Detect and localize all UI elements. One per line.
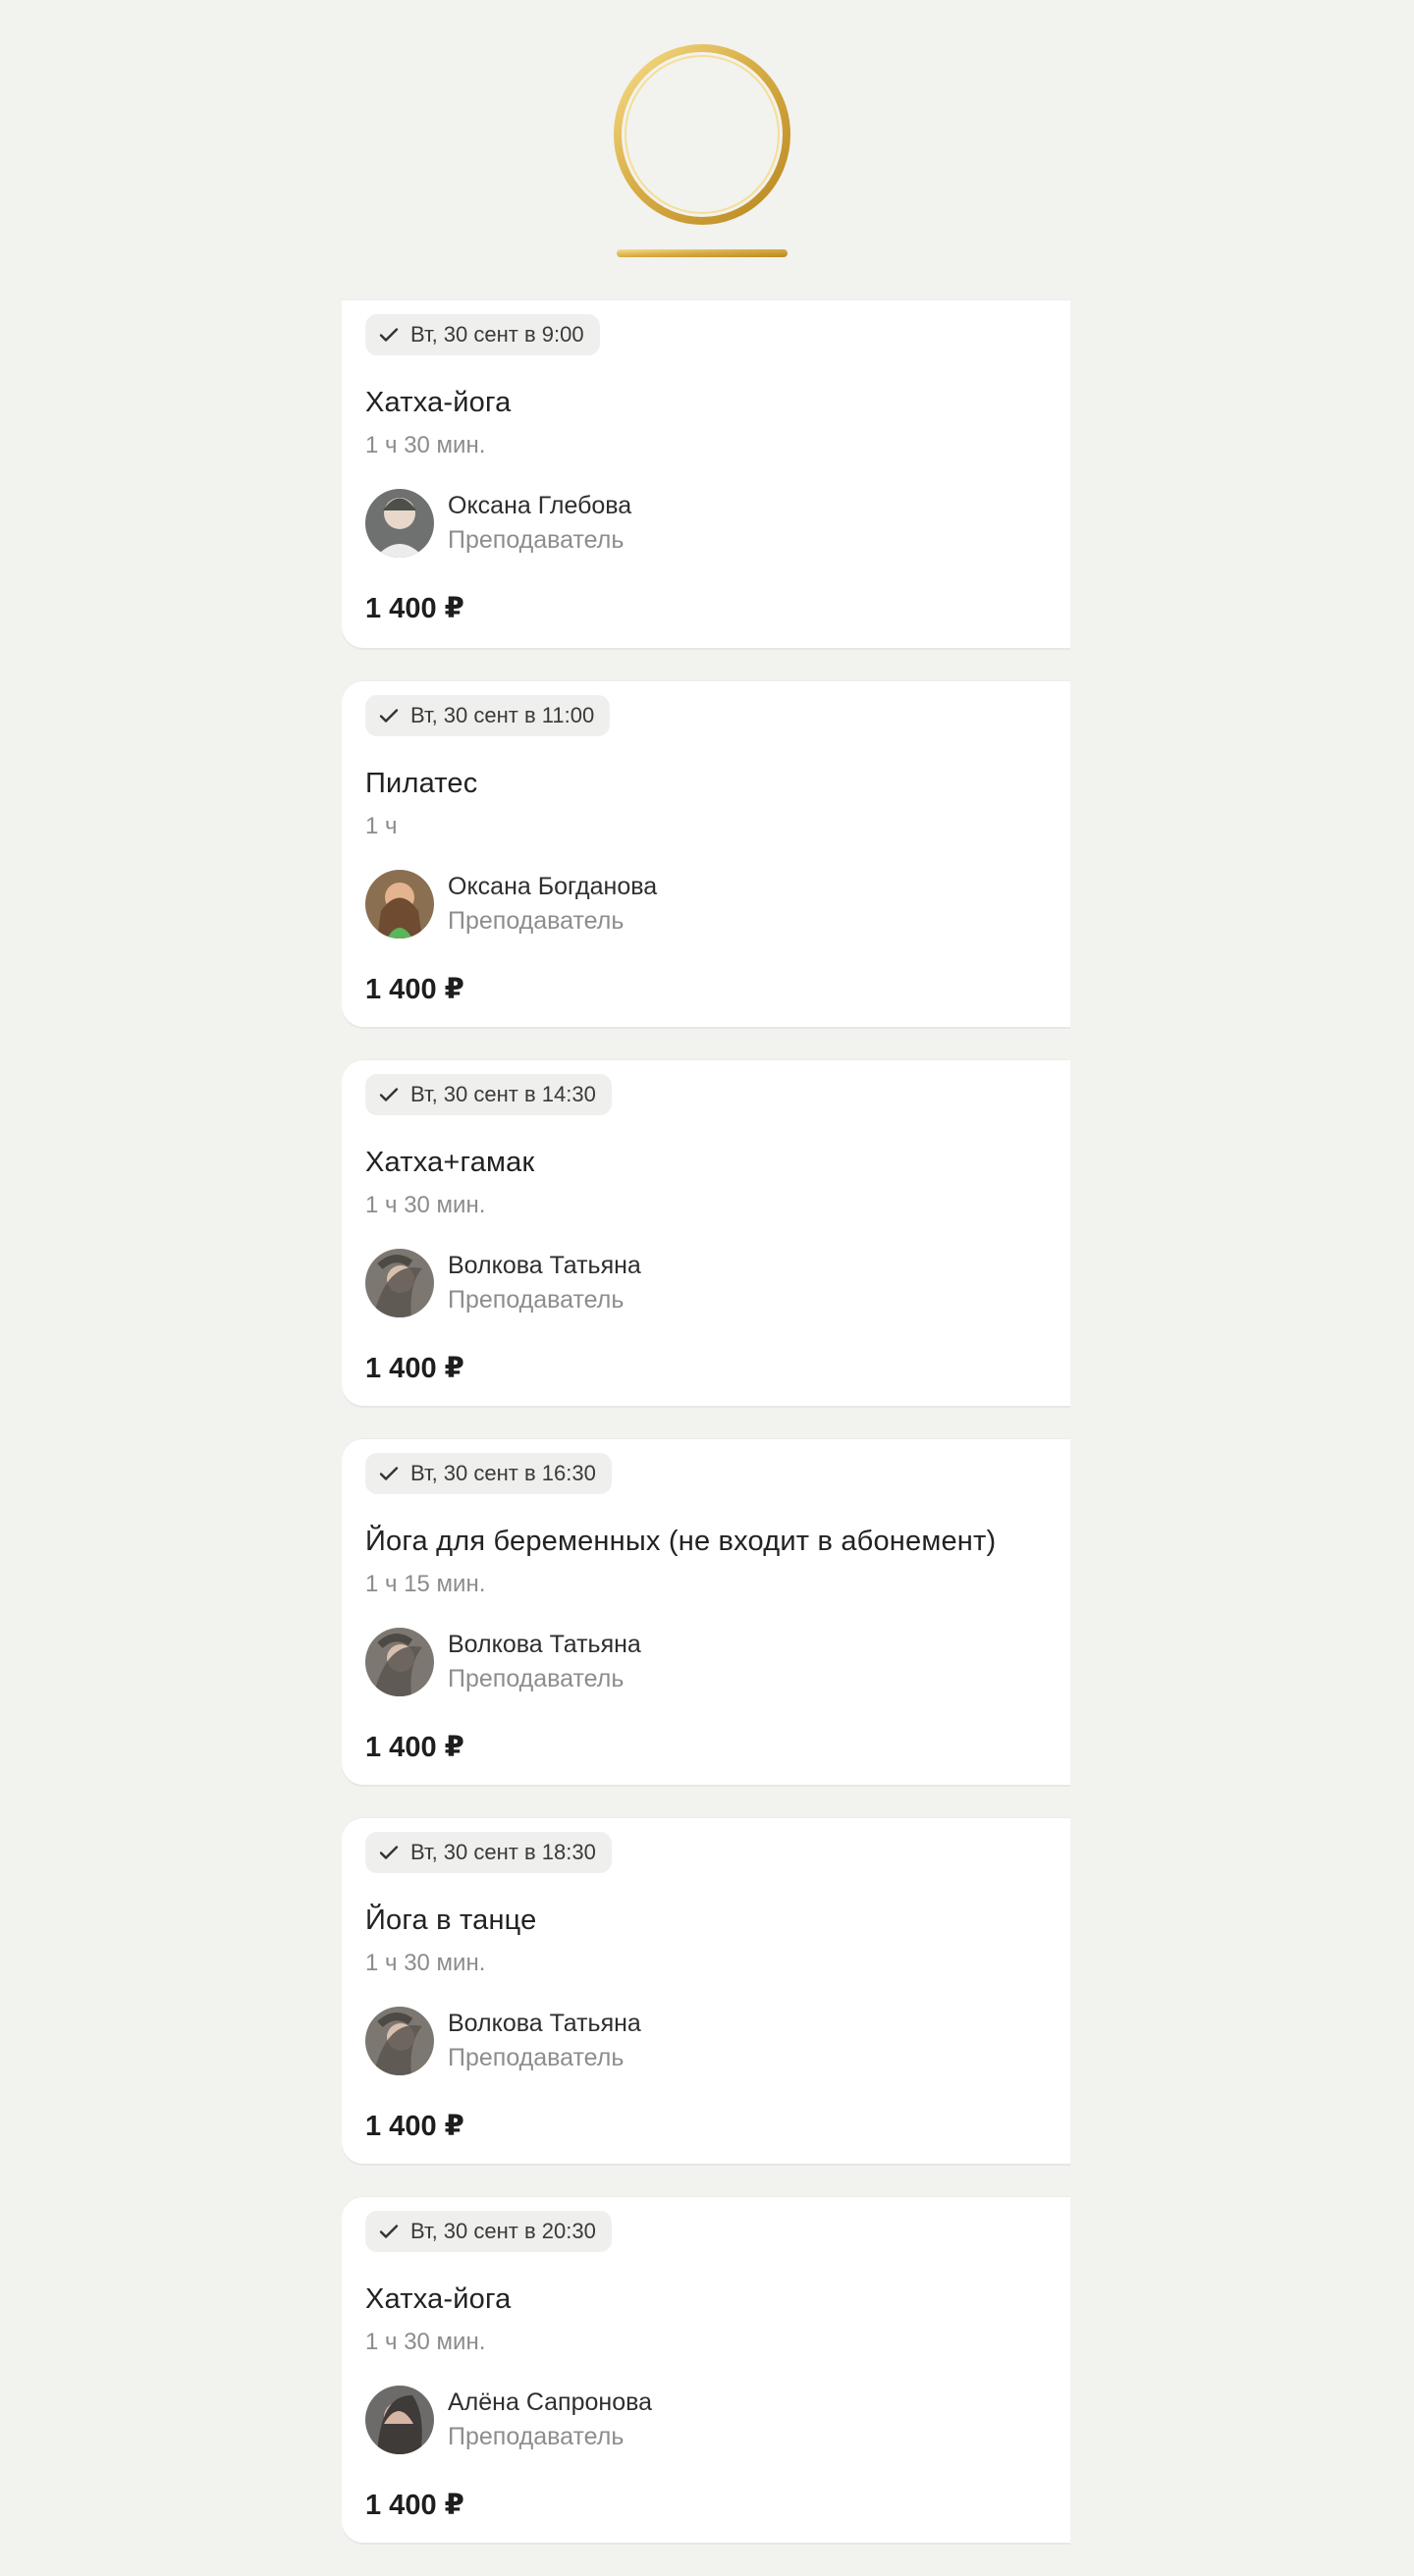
teacher-name: Алёна Сапронова: [448, 2388, 653, 2416]
check-icon: [379, 2225, 399, 2238]
badge-text: Вт, 30 сент в 9:00: [410, 322, 584, 347]
badge-text: Вт, 30 сент в 14:30: [410, 1082, 596, 1106]
date-time-badge: Вт, 30 сент в 18:30: [365, 1832, 612, 1873]
class-price: 1 400 ₽: [365, 2490, 464, 2521]
teacher-block[interactable]: Оксана Глебова Преподаватель: [365, 489, 631, 558]
teacher-role: Преподаватель: [448, 1286, 625, 1314]
teacher-block[interactable]: Алёна Сапронова Преподаватель: [365, 2386, 652, 2454]
check-icon: [379, 709, 399, 723]
avatar: [365, 2386, 434, 2454]
class-title: Хатха-йога: [365, 387, 512, 418]
class-duration: 1 ч 30 мин.: [365, 432, 486, 458]
badge-text: Вт, 30 сент в 20:30: [410, 2219, 596, 2243]
check-icon: [379, 1467, 399, 1480]
teacher-block[interactable]: Волкова Татьяна Преподаватель: [365, 1249, 641, 1317]
class-price: 1 400 ₽: [365, 2111, 464, 2142]
avatar: [365, 489, 434, 558]
date-time-badge: Вт, 30 сент в 9:00: [365, 314, 600, 355]
teacher-role: Преподаватель: [448, 907, 625, 935]
class-title: Хатха-йога: [365, 2283, 512, 2315]
class-duration: 1 ч: [365, 813, 398, 839]
class-duration: 1 ч 15 мин.: [365, 1571, 486, 1597]
badge-text: Вт, 30 сент в 11:00: [410, 703, 595, 727]
class-card[interactable]: Вт, 30 сент в 20:30 Хатха-йога 1 ч 30 ми…: [342, 2197, 1070, 2543]
check-icon: [379, 1088, 399, 1101]
teacher-block[interactable]: Волкова Татьяна Преподаватель: [365, 1628, 641, 1696]
teacher-name: Волкова Татьяна: [448, 2010, 641, 2037]
class-card[interactable]: Вт, 30 сент в 14:30 Хатха+гамак 1 ч 30 м…: [342, 1060, 1070, 1406]
class-duration: 1 ч 30 мин.: [365, 1192, 486, 1218]
teacher-name: Волкова Татьяна: [448, 1252, 641, 1279]
gold-ring-logo: [614, 44, 790, 257]
check-icon: [379, 328, 399, 342]
class-card[interactable]: Вт, 30 сент в 9:00 Хатха-йога 1 ч 30 мин…: [342, 300, 1070, 648]
teacher-role: Преподаватель: [448, 526, 625, 554]
class-title: Пилатес: [365, 768, 478, 799]
check-icon: [379, 1846, 399, 1859]
class-card[interactable]: Вт, 30 сент в 16:30 Йога для беременных …: [342, 1439, 1070, 1785]
teacher-name: Оксана Богданова: [448, 873, 658, 900]
teacher-role: Преподаватель: [448, 2423, 625, 2450]
class-list: Вт, 30 сент в 9:00 Хатха-йога 1 ч 30 мин…: [342, 300, 1070, 2576]
class-price: 1 400 ₽: [365, 974, 464, 1005]
date-time-badge: Вт, 30 сент в 20:30: [365, 2211, 612, 2252]
teacher-role: Преподаватель: [448, 2044, 625, 2071]
badge-text: Вт, 30 сент в 16:30: [410, 1461, 596, 1485]
date-time-badge: Вт, 30 сент в 14:30: [365, 1074, 612, 1115]
date-time-badge: Вт, 30 сент в 11:00: [365, 695, 611, 736]
class-title: Йога для беременных (не входит в абонеме…: [365, 1526, 997, 1557]
class-price: 1 400 ₽: [365, 1353, 464, 1384]
class-title: Хатха+гамак: [365, 1147, 535, 1178]
teacher-block[interactable]: Волкова Татьяна Преподаватель: [365, 2007, 641, 2075]
avatar: [365, 2007, 434, 2075]
class-price: 1 400 ₽: [365, 1732, 464, 1763]
teacher-name: Оксана Глебова: [448, 492, 632, 519]
class-duration: 1 ч 30 мин.: [365, 2329, 486, 2355]
avatar: [365, 870, 434, 939]
class-title: Йога в танце: [365, 1905, 537, 1936]
avatar: [365, 1249, 434, 1317]
badge-text: Вт, 30 сент в 18:30: [410, 1840, 596, 1864]
class-card[interactable]: Вт, 30 сент в 18:30 Йога в танце 1 ч 30 …: [342, 1818, 1070, 2164]
teacher-role: Преподаватель: [448, 1665, 625, 1692]
avatar: [365, 1628, 434, 1696]
class-price: 1 400 ₽: [365, 593, 464, 624]
teacher-block[interactable]: Оксана Богданова Преподаватель: [365, 870, 657, 939]
class-duration: 1 ч 30 мин.: [365, 1950, 486, 1976]
class-card[interactable]: Вт, 30 сент в 11:00 Пилатес 1 ч Оксана Б…: [342, 681, 1070, 1027]
date-time-badge: Вт, 30 сент в 16:30: [365, 1453, 612, 1494]
teacher-name: Волкова Татьяна: [448, 1631, 641, 1658]
